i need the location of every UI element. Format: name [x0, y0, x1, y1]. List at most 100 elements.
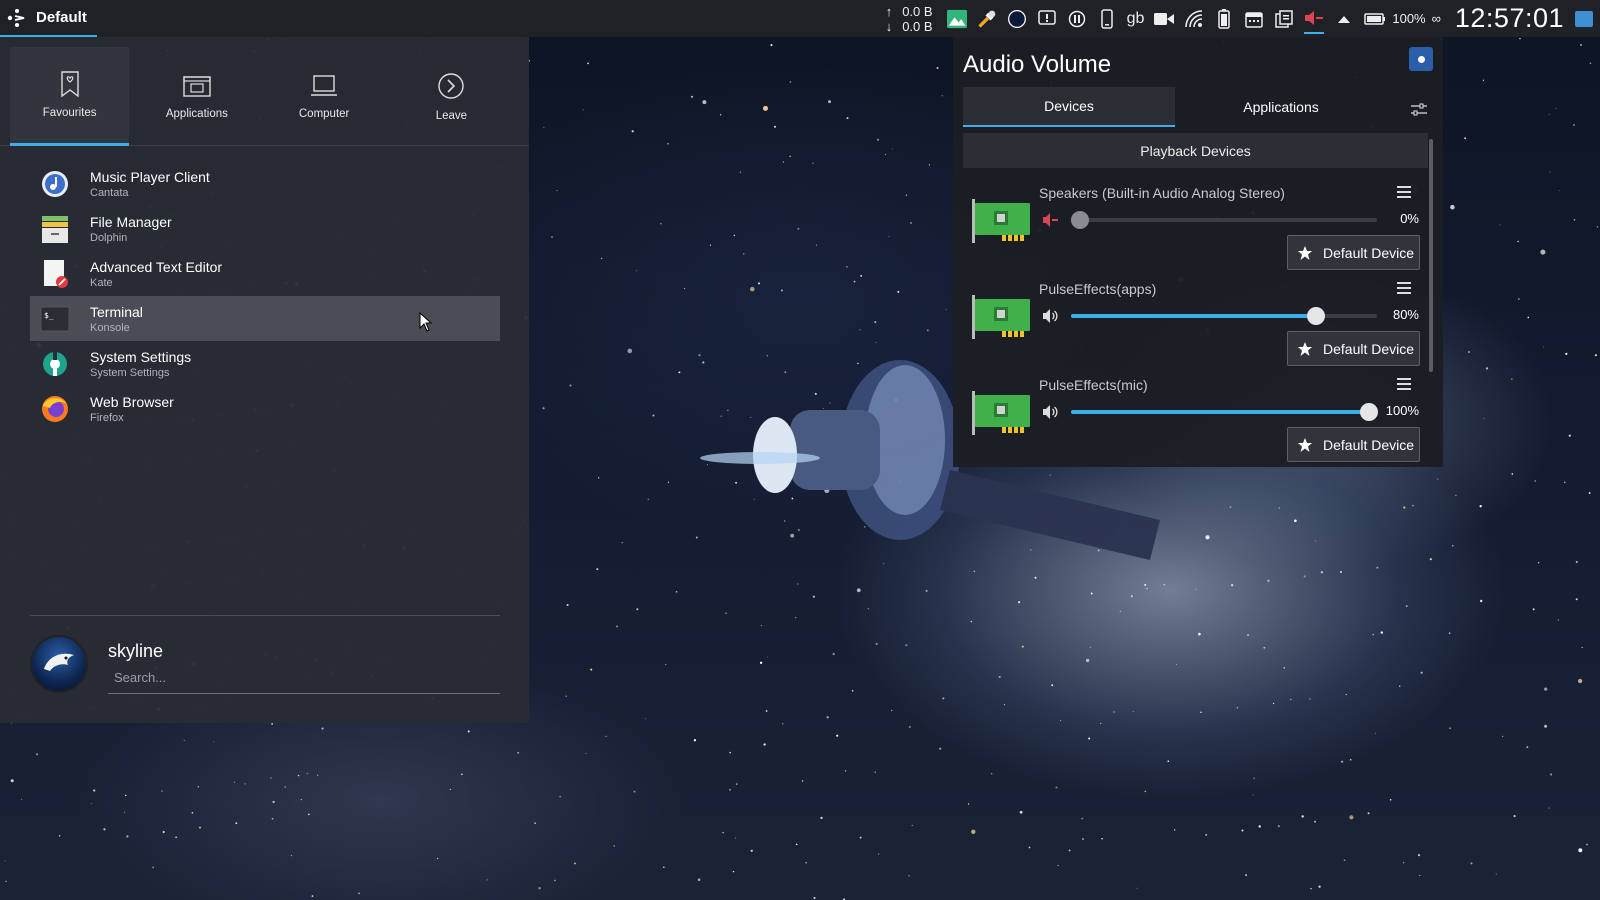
network-speed[interactable]: ↑ 0.0 B ↓ 0.0 B: [886, 4, 933, 34]
star-icon: [1298, 437, 1312, 452]
device-menu-icon[interactable]: [1396, 377, 1412, 391]
star-icon: [1298, 341, 1312, 356]
item-subtitle: Firefox: [90, 411, 124, 424]
notifications-icon[interactable]: [1037, 9, 1057, 29]
audio-card-icon: [972, 391, 1030, 435]
list-item-dolphin[interactable]: File Manager Dolphin: [30, 206, 500, 251]
show-desktop-icon[interactable]: [1574, 9, 1594, 29]
volume-muted-tray-icon[interactable]: [1304, 4, 1325, 34]
default-device-button[interactable]: Default Device: [1287, 427, 1420, 462]
device-name: PulseEffects(mic): [1039, 377, 1148, 393]
default-device-label: Default Device: [1323, 436, 1415, 453]
download-arrow-icon: ↓: [885, 18, 893, 34]
volume-slider-handle[interactable]: [1071, 211, 1089, 229]
list-item-cantata[interactable]: Music Player Client Cantata: [30, 161, 500, 206]
pin-button[interactable]: [1409, 47, 1433, 71]
volume-icon[interactable]: [1042, 403, 1060, 421]
volume-slider-fill: [1071, 314, 1316, 318]
tab-devices[interactable]: Devices: [963, 87, 1175, 127]
konsole-icon: $_: [40, 304, 70, 334]
device-name: PulseEffects(apps): [1039, 281, 1157, 297]
eagle-icon: [44, 653, 74, 671]
list-item-system-settings[interactable]: System Settings System Settings: [30, 341, 500, 386]
battery-icon: [1364, 12, 1386, 25]
item-title: Advanced Text Editor: [90, 258, 223, 275]
kdeconnect-icon[interactable]: [1067, 9, 1087, 29]
device-item: PulseEffects(mic) 100% Default Device: [970, 371, 1420, 467]
volume-slider-fill: [1071, 410, 1369, 414]
favourites-icon: [60, 71, 79, 97]
menu-divider: [30, 615, 500, 616]
tab-applications[interactable]: Applications: [137, 47, 256, 146]
list-item-kate[interactable]: Advanced Text Editor Kate: [30, 251, 500, 296]
device-item: Speakers (Built-in Audio Analog Stereo) …: [970, 179, 1420, 275]
applications-icon: [183, 75, 211, 97]
default-device-label: Default Device: [1323, 340, 1415, 357]
launcher-button[interactable]: Default: [0, 0, 97, 37]
pin-icon: [1417, 55, 1425, 63]
volume-slider[interactable]: [1071, 403, 1378, 421]
clipboard-icon[interactable]: [1274, 9, 1294, 29]
battery-indicator[interactable]: 100% ∞: [1364, 11, 1441, 26]
clock[interactable]: 12:57:01: [1455, 3, 1564, 34]
settings-icon: [40, 349, 70, 379]
configure-icon[interactable]: [1411, 103, 1427, 117]
phone-icon[interactable]: [1097, 8, 1117, 29]
camera-icon[interactable]: [1154, 9, 1175, 29]
audio-card-icon: [972, 199, 1030, 243]
launcher-label: Default: [36, 9, 87, 26]
tab-label: Leave: [435, 109, 468, 122]
item-subtitle: Cantata: [90, 186, 129, 199]
net-up-value: 0.0 B: [902, 3, 933, 19]
item-subtitle: Kate: [90, 276, 113, 289]
volume-percent: 0%: [1400, 211, 1419, 226]
tab-applications[interactable]: Applications: [1175, 87, 1387, 127]
device-menu-icon[interactable]: [1396, 281, 1412, 295]
volume-slider[interactable]: [1071, 211, 1377, 229]
volume-icon[interactable]: [1042, 307, 1060, 325]
tab-label: Favourites: [42, 107, 97, 119]
device-item: PulseEffects(apps) 80% Default Device: [970, 275, 1420, 371]
item-title: Terminal: [90, 303, 143, 320]
tab-leave[interactable]: Leave: [392, 47, 511, 146]
audio-card-icon: [972, 295, 1030, 339]
list-item-firefox[interactable]: Web Browser Firefox: [30, 386, 500, 431]
tab-computer[interactable]: Computer: [265, 47, 384, 146]
list-item-konsole[interactable]: $_ Terminal Konsole: [30, 296, 500, 341]
battery-vertical-icon[interactable]: [1214, 8, 1234, 29]
volume-slider-handle[interactable]: [1360, 403, 1378, 421]
calendar-icon[interactable]: [1244, 9, 1264, 29]
volume-slider-handle[interactable]: [1306, 307, 1325, 325]
volume-slider[interactable]: [1071, 307, 1377, 325]
keyboard-layout[interactable]: gb: [1127, 10, 1145, 28]
section-header: Playback Devices: [963, 133, 1428, 168]
color-picker-icon[interactable]: [977, 9, 997, 29]
default-device-button[interactable]: Default Device: [1287, 235, 1420, 270]
item-subtitle: Konsole: [90, 321, 130, 334]
system-tray: ↑ 0.0 B ↓ 0.0 B gb 100% ∞ 12:57:01: [886, 0, 1600, 37]
expand-tray-icon[interactable]: [1334, 9, 1354, 29]
net-down-value: 0.0 B: [902, 18, 933, 34]
device-menu-icon[interactable]: [1396, 185, 1412, 199]
image-viewer-icon[interactable]: [946, 9, 967, 29]
computer-icon: [311, 74, 338, 96]
tab-favourites[interactable]: Favourites: [10, 47, 130, 146]
application-menu: Favourites Applications Computer Leave M…: [0, 37, 529, 723]
moon-icon[interactable]: [1007, 9, 1027, 29]
item-subtitle: Dolphin: [90, 231, 128, 244]
device-name: Speakers (Built-in Audio Analog Stereo): [1039, 185, 1285, 201]
default-device-button[interactable]: Default Device: [1287, 331, 1420, 366]
top-panel: Default ↑ 0.0 B ↓ 0.0 B gb 100% ∞ 12:57:…: [0, 0, 1600, 37]
item-title: Web Browser: [90, 393, 174, 410]
favourites-list: Music Player Client Cantata File Manager D…: [30, 161, 500, 431]
volume-muted-icon[interactable]: [1042, 211, 1060, 229]
item-title: Music Player Client: [90, 168, 210, 185]
launcher-icon: [7, 8, 25, 27]
avatar[interactable]: [30, 635, 88, 693]
wifi-icon[interactable]: [1184, 9, 1204, 29]
scrollbar[interactable]: [1429, 139, 1433, 372]
kate-icon: [40, 259, 70, 289]
audio-tabs: Devices Applications: [963, 87, 1428, 127]
search-input[interactable]: Search...: [108, 667, 500, 694]
battery-percent: 100%: [1392, 11, 1426, 26]
